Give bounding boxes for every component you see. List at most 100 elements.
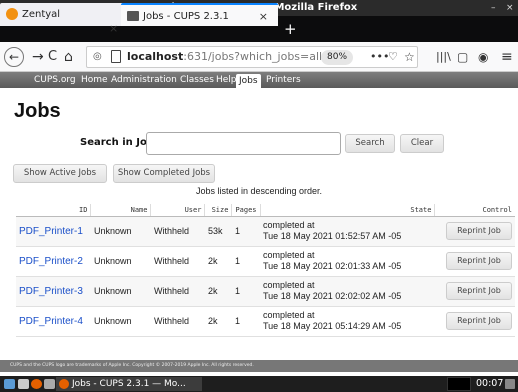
column-header-size[interactable]: Size bbox=[204, 204, 233, 217]
taskbar-window-firefox[interactable]: Jobs - CUPS 2.3.1 — Mo... bbox=[56, 377, 202, 391]
nav-link-jobs[interactable]: Jobs bbox=[236, 74, 261, 88]
job-name-cell: Unknown bbox=[90, 216, 151, 247]
url-bar[interactable]: ◎ localhost:631/jobs?which_jobs=all 80% … bbox=[86, 46, 418, 68]
column-header-user[interactable]: User bbox=[150, 204, 206, 217]
job-state-label: completed at bbox=[263, 220, 315, 230]
job-control-cell: Reprint Job bbox=[434, 246, 515, 277]
search-button[interactable]: Search bbox=[345, 134, 395, 153]
close-tab-icon[interactable]: × bbox=[259, 5, 268, 28]
search-input[interactable] bbox=[146, 132, 341, 155]
job-state-time: Tue 18 May 2021 01:52:57 AM -05 bbox=[263, 231, 402, 241]
job-pages-cell: 1 bbox=[231, 246, 261, 277]
job-id-link[interactable]: PDF_Printer-1 bbox=[19, 226, 83, 237]
job-name-cell: Unknown bbox=[90, 306, 151, 337]
reload-button[interactable]: C bbox=[48, 42, 57, 72]
reprint-job-button[interactable]: Reprint Job bbox=[446, 252, 512, 270]
table-row: PDF_Printer-2 Unknown Withheld 2k 1 comp… bbox=[16, 246, 515, 277]
nav-link-printers[interactable]: Printers bbox=[266, 72, 301, 88]
reprint-job-button[interactable]: Reprint Job bbox=[446, 222, 512, 240]
site-info-icon[interactable]: ◎ bbox=[93, 47, 102, 67]
job-state-cell: completed at Tue 18 May 2021 02:02:02 AM … bbox=[260, 276, 435, 307]
show-completed-jobs-button[interactable]: Show Completed Jobs bbox=[113, 164, 215, 183]
show-active-jobs-button[interactable]: Show Active Jobs bbox=[13, 164, 107, 183]
home-button[interactable]: ⌂ bbox=[64, 42, 73, 72]
job-pages-cell: 1 bbox=[231, 306, 261, 337]
page-actions-icon[interactable]: ••• bbox=[370, 47, 389, 67]
job-id-cell: PDF_Printer-4 bbox=[16, 306, 91, 337]
firefox-launcher-icon[interactable] bbox=[31, 379, 42, 389]
column-header-control: Control bbox=[434, 204, 515, 217]
page-icon bbox=[111, 50, 121, 63]
trademark-footer: CUPS and the CUPS logo are trademarks of… bbox=[0, 360, 518, 372]
nav-link-cups-org[interactable]: CUPS.org bbox=[34, 72, 76, 88]
column-header-id[interactable]: ID bbox=[16, 204, 92, 217]
taskbar-window-label: Jobs - CUPS 2.3.1 — Mo... bbox=[72, 379, 186, 389]
url-host: localhost bbox=[127, 50, 184, 63]
forward-button[interactable]: → bbox=[32, 42, 44, 72]
job-id-cell: PDF_Printer-1 bbox=[16, 216, 91, 247]
job-user-cell: Withheld bbox=[150, 306, 205, 337]
back-button[interactable]: ← bbox=[4, 47, 24, 67]
taskbar-clock[interactable]: 00:07 bbox=[476, 376, 503, 392]
file-manager-icon[interactable] bbox=[18, 379, 29, 389]
system-tray-icon[interactable] bbox=[505, 379, 515, 389]
extension-icon[interactable]: ◉ bbox=[478, 42, 488, 72]
nav-link-administration[interactable]: Administration bbox=[111, 72, 177, 88]
table-row: PDF_Printer-4 Unknown Withheld 2k 1 comp… bbox=[16, 306, 515, 337]
reprint-job-button[interactable]: Reprint Job bbox=[446, 282, 512, 300]
close-window-button[interactable]: × bbox=[506, 0, 514, 16]
job-state-time: Tue 18 May 2021 02:01:33 AM -05 bbox=[263, 261, 402, 271]
job-state-label: completed at bbox=[263, 310, 315, 320]
nav-link-classes[interactable]: Classes bbox=[180, 72, 214, 88]
tab-jobs-cups[interactable]: Jobs - CUPS 2.3.1 × bbox=[121, 3, 278, 26]
url-text[interactable]: localhost:631/jobs?which_jobs=all bbox=[127, 47, 322, 67]
column-header-pages[interactable]: Pages bbox=[231, 204, 261, 217]
job-id-link[interactable]: PDF_Printer-4 bbox=[19, 316, 83, 327]
library-icon[interactable]: |||\ bbox=[436, 42, 451, 72]
zentyal-favicon-icon bbox=[6, 8, 18, 20]
table-row: PDF_Printer-3 Unknown Withheld 2k 1 comp… bbox=[16, 276, 515, 307]
zoom-level-badge[interactable]: 80% bbox=[321, 50, 354, 65]
job-state-cell: completed at Tue 18 May 2021 05:14:29 AM … bbox=[260, 306, 435, 337]
table-row: PDF_Printer-1 Unknown Withheld 53k 1 com… bbox=[16, 216, 515, 247]
menu-icon[interactable]: ≡ bbox=[501, 42, 513, 72]
close-tab-icon[interactable]: × bbox=[109, 22, 118, 35]
job-id-link[interactable]: PDF_Printer-3 bbox=[19, 286, 83, 297]
cpu-monitor-graph bbox=[447, 377, 471, 391]
minimize-button[interactable]: – bbox=[491, 0, 496, 16]
nav-link-help[interactable]: Help bbox=[216, 72, 237, 88]
pocket-icon[interactable]: ♡ bbox=[388, 47, 398, 67]
job-control-cell: Reprint Job bbox=[434, 216, 515, 247]
job-size-cell: 2k bbox=[204, 246, 232, 277]
job-id-link[interactable]: PDF_Printer-2 bbox=[19, 256, 83, 267]
job-pages-cell: 1 bbox=[231, 276, 261, 307]
column-header-state[interactable]: State bbox=[260, 204, 436, 217]
bookmark-star-icon[interactable]: ☆ bbox=[404, 47, 415, 67]
page-title: Jobs bbox=[14, 100, 61, 122]
job-state-label: completed at bbox=[263, 250, 315, 260]
job-id-cell: PDF_Printer-2 bbox=[16, 246, 91, 277]
taskbar: Jobs - CUPS 2.3.1 — Mo... 00:07 bbox=[0, 376, 518, 392]
job-state-cell: completed at Tue 18 May 2021 01:52:57 AM … bbox=[260, 216, 435, 247]
navigation-bar: ← → C ⌂ ◎ localhost:631/jobs?which_jobs=… bbox=[0, 42, 518, 72]
sidebar-icon[interactable]: ▢ bbox=[457, 42, 468, 72]
terminal-launcher-icon[interactable] bbox=[44, 379, 55, 389]
table-header-row: ID Name User Size Pages State Control bbox=[16, 204, 515, 217]
reprint-job-button[interactable]: Reprint Job bbox=[446, 312, 512, 330]
job-pages-cell: 1 bbox=[231, 216, 261, 247]
job-size-cell: 2k bbox=[204, 306, 232, 337]
job-name-cell: Unknown bbox=[90, 276, 151, 307]
job-control-cell: Reprint Job bbox=[434, 306, 515, 337]
job-control-cell: Reprint Job bbox=[434, 276, 515, 307]
job-size-cell: 2k bbox=[204, 276, 232, 307]
job-size-cell: 53k bbox=[204, 216, 232, 247]
tab-label: Jobs - CUPS 2.3.1 bbox=[143, 11, 229, 22]
new-tab-button[interactable]: + bbox=[284, 16, 297, 42]
url-path: :631/jobs?which_jobs=all bbox=[183, 50, 323, 63]
column-header-name[interactable]: Name bbox=[90, 204, 152, 217]
start-menu-icon[interactable] bbox=[4, 379, 15, 389]
nav-link-home[interactable]: Home bbox=[81, 72, 108, 88]
clear-button[interactable]: Clear bbox=[400, 134, 444, 153]
job-user-cell: Withheld bbox=[150, 276, 205, 307]
firefox-icon bbox=[59, 379, 69, 389]
